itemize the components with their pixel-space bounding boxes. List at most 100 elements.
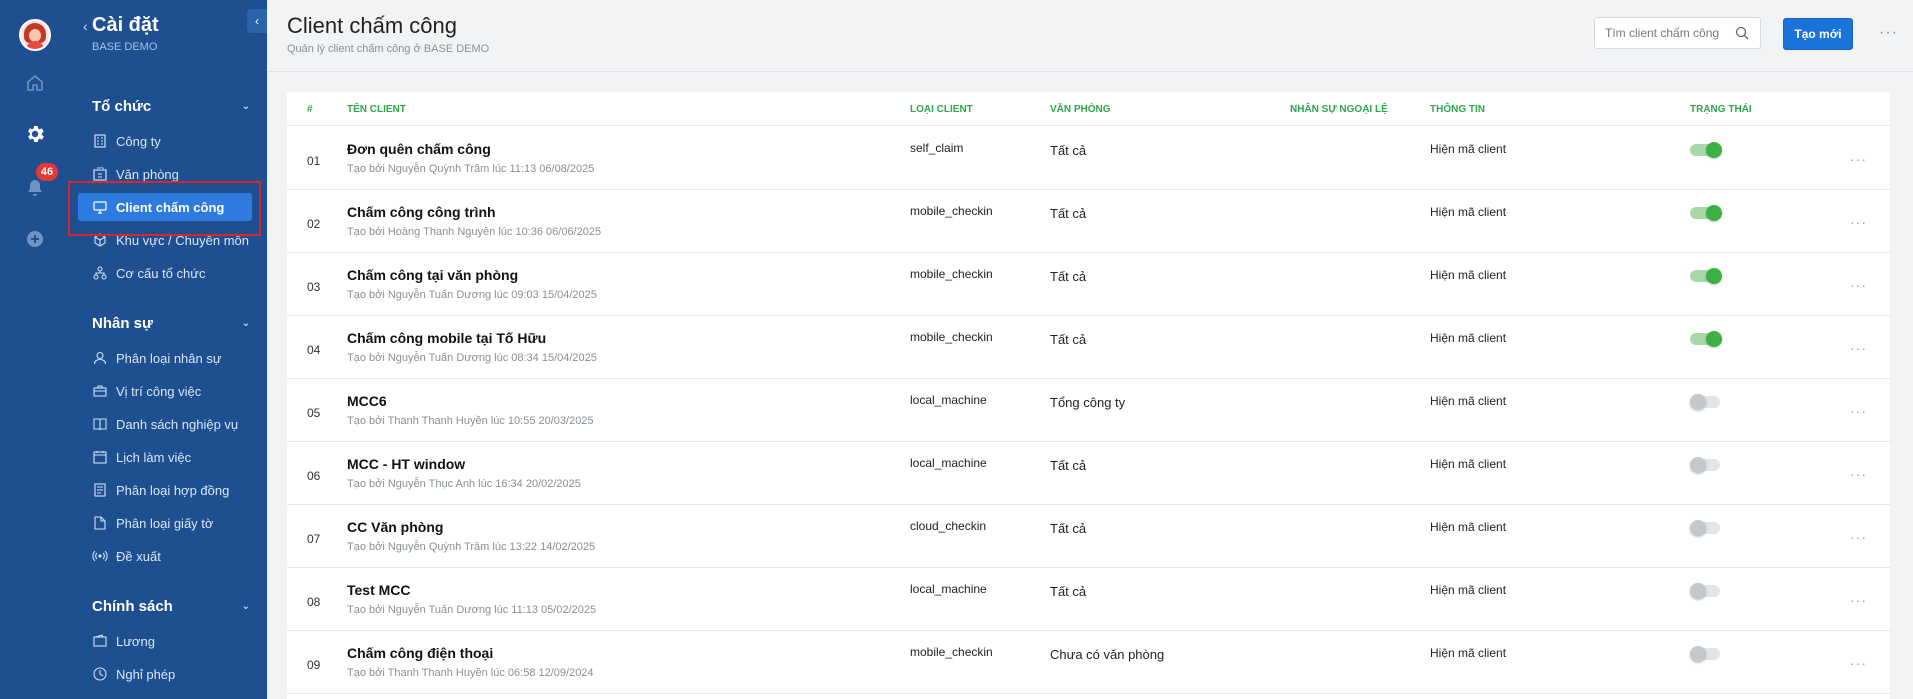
toggle-knob <box>1690 583 1706 599</box>
collapse-sidebar-button[interactable]: ‹ <box>247 9 267 33</box>
info-link[interactable]: Hiện mã client <box>1430 646 1506 660</box>
client-name[interactable]: Chấm công tại văn phòng <box>347 267 518 283</box>
sidebar-item-label: Danh sách nghiệp vụ <box>116 416 239 432</box>
row-index: 07 <box>307 532 321 546</box>
sidebar-item-label: Công ty <box>116 133 161 149</box>
sidebar-item-lich-lam-viec[interactable]: Lịch làm việc <box>92 443 252 471</box>
status-toggle[interactable] <box>1690 205 1722 221</box>
search-input[interactable] <box>1605 26 1735 40</box>
table-row[interactable]: 06 MCC - HT window Tạo bởi Nguyễn Thục Anh… <box>287 442 1890 505</box>
row-more-icon[interactable]: ··· <box>1850 277 1867 293</box>
search-box[interactable] <box>1594 17 1761 49</box>
sidebar-item-phan-loai-hop-dong[interactable]: Phân loại hợp đồng <box>92 476 252 504</box>
create-new-button[interactable]: Tạo mới <box>1783 18 1853 50</box>
status-toggle[interactable] <box>1690 268 1722 284</box>
sidebar-item-label: Lương <box>116 633 155 649</box>
row-index: 02 <box>307 217 321 231</box>
highlight-annotation <box>68 181 261 236</box>
row-more-icon[interactable]: ··· <box>1850 403 1867 419</box>
page-header: Client chấm công Quản lý client chấm côn… <box>267 0 1913 72</box>
info-link[interactable]: Hiện mã client <box>1430 394 1506 408</box>
status-toggle[interactable] <box>1690 583 1720 599</box>
status-toggle[interactable] <box>1690 646 1720 662</box>
client-name[interactable]: MCC - HT window <box>347 456 465 472</box>
search-icon[interactable] <box>1735 26 1749 40</box>
info-link[interactable]: Hiện mã client <box>1430 142 1506 156</box>
home-icon[interactable] <box>23 71 47 95</box>
section-title: Chính sách <box>92 598 173 615</box>
table-row[interactable]: 04 Chấm công mobile tại Tố Hữu Tạo bởi Ngu… <box>287 316 1890 379</box>
row-more-icon[interactable]: ··· <box>1850 214 1867 230</box>
chevron-down-icon: ⌄ <box>241 318 250 329</box>
table-row[interactable]: 08 Test MCC Tạo bởi Nguyễn Tuấn Dương lúc … <box>287 568 1890 631</box>
sidebar-item-label: Văn phòng <box>116 166 179 182</box>
avatar[interactable] <box>19 19 51 51</box>
client-name[interactable]: Chấm công công trình <box>347 204 496 220</box>
section-chinh-sach[interactable]: Chính sách ⌄ <box>92 598 250 615</box>
section-to-chuc[interactable]: Tổ chức ⌄ <box>92 98 250 115</box>
table-row[interactable]: 01 Đơn quên chấm công Tạo bởi Nguyễn Quỳnh… <box>287 127 1890 190</box>
created-by-text: Tạo bởi Nguyễn Quỳnh Trâm lúc 11:13 06/0… <box>347 163 595 175</box>
sidebar-item-phan-loai-giay-to[interactable]: Phân loại giấy tờ <box>92 509 252 537</box>
row-more-icon[interactable]: ··· <box>1850 340 1867 356</box>
status-toggle[interactable] <box>1690 142 1722 158</box>
sidebar-item-cong-ty[interactable]: Công ty <box>92 127 252 155</box>
building-icon <box>92 133 108 149</box>
back-chevron-icon[interactable]: ‹ <box>83 18 88 34</box>
table-row[interactable]: 03 Chấm công tại văn phòng Tạo bởi Nguyễn … <box>287 253 1890 316</box>
created-by-text: Tạo bởi Thanh Thanh Huyền lúc 10:55 20/0… <box>347 415 594 427</box>
table-row[interactable]: 07 CC Văn phòng Tạo bởi Nguyễn Quỳnh Trâm … <box>287 505 1890 568</box>
row-index: 03 <box>307 280 321 294</box>
client-name[interactable]: Đơn quên chấm công <box>347 141 491 157</box>
row-more-icon[interactable]: ··· <box>1850 529 1867 545</box>
status-toggle[interactable] <box>1690 520 1720 536</box>
table-row[interactable]: 09 Chấm công điện thoại Tạo bởi Thanh Than… <box>287 631 1890 694</box>
row-more-icon[interactable]: ··· <box>1850 592 1867 608</box>
sidebar-item-co-cau[interactable]: Cơ cấu tổ chức <box>92 259 252 287</box>
row-index: 05 <box>307 406 321 420</box>
client-name[interactable]: MCC6 <box>347 393 387 409</box>
status-toggle[interactable] <box>1690 457 1720 473</box>
info-link[interactable]: Hiện mã client <box>1430 268 1506 282</box>
client-name[interactable]: Chấm công mobile tại Tố Hữu <box>347 330 546 346</box>
plus-circle-icon[interactable] <box>23 227 47 251</box>
row-more-icon[interactable]: ··· <box>1850 466 1867 482</box>
sidebar-item-label: Phân loại hợp đồng <box>116 482 230 498</box>
sidebar-item-de-xuat[interactable]: Đề xuất <box>92 542 252 570</box>
client-type: mobile_checkin <box>910 330 993 344</box>
icon-rail: 46 <box>0 0 70 699</box>
sidebar-item-phan-loai-nhan-su[interactable]: Phân loại nhân sự <box>92 344 252 372</box>
status-toggle[interactable] <box>1690 331 1722 347</box>
sidebar-subtitle: BASE DEMO <box>92 41 158 53</box>
info-link[interactable]: Hiện mã client <box>1430 583 1506 597</box>
table-row[interactable]: 05 MCC6 Tạo bởi Thanh Thanh Huyền lúc 10:5… <box>287 379 1890 442</box>
broadcast-icon <box>92 548 108 564</box>
toggle-knob <box>1706 205 1722 221</box>
settings-sidebar: ‹ ‹ Cài đặt BASE DEMO Tổ chức ⌄ Công ty … <box>70 0 267 699</box>
page-title: Client chấm công <box>287 13 457 38</box>
created-by-text: Tạo bởi Nguyễn Thục Anh lúc 16:34 20/02/… <box>347 478 581 490</box>
sidebar-item-luong[interactable]: Lương <box>92 627 252 655</box>
more-options-icon[interactable]: ··· <box>1879 24 1898 42</box>
client-name[interactable]: CC Văn phòng <box>347 519 443 535</box>
client-name[interactable]: Chấm công điện thoại <box>347 645 493 661</box>
sidebar-item-nghi-phep[interactable]: Nghỉ phép <box>92 660 252 688</box>
sidebar-item-vi-tri-cong-viec[interactable]: Vị trí công việc <box>92 377 252 405</box>
row-more-icon[interactable]: ··· <box>1850 655 1867 671</box>
status-toggle[interactable] <box>1690 394 1720 410</box>
info-link[interactable]: Hiện mã client <box>1430 520 1506 534</box>
sidebar-item-label: Phân loại nhân sự <box>116 350 222 366</box>
office-value: Tất cả <box>1050 521 1087 536</box>
client-name[interactable]: Test MCC <box>347 582 411 598</box>
row-more-icon[interactable]: ··· <box>1850 151 1867 167</box>
sidebar-item-danh-sach-nghiep-vu[interactable]: Danh sách nghiệp vụ <box>92 410 252 438</box>
sidebar-item-label: Phân loại giấy tờ <box>116 515 214 531</box>
info-link[interactable]: Hiện mã client <box>1430 331 1506 345</box>
info-link[interactable]: Hiện mã client <box>1430 457 1506 471</box>
wallet-icon <box>92 633 108 649</box>
section-nhan-su[interactable]: Nhân sự ⌄ <box>92 315 250 332</box>
table-row[interactable]: 02 Chấm công công trình Tạo bởi Hoàng Than… <box>287 190 1890 253</box>
toggle-knob <box>1690 457 1706 473</box>
gear-icon[interactable] <box>23 122 47 146</box>
info-link[interactable]: Hiện mã client <box>1430 205 1506 219</box>
